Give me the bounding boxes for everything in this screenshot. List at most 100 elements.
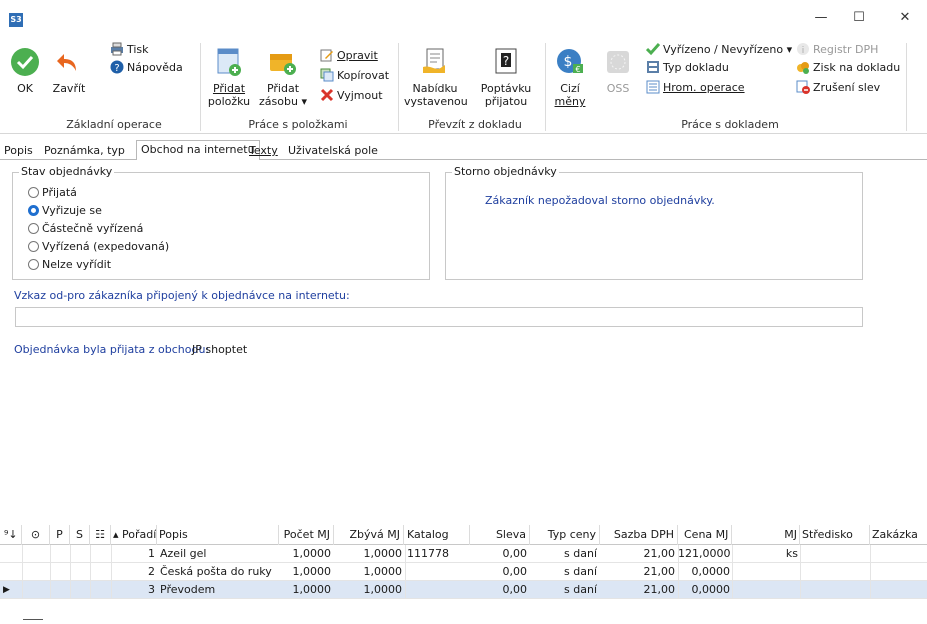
radio-prijata[interactable]: Přijatá [28, 185, 77, 201]
cell-discount: 0,00 [502, 565, 528, 578]
header-zakazka[interactable]: Zakázka [870, 525, 927, 545]
cancel-discounts-label: Zrušení slev [813, 81, 881, 94]
cell-price-type: s daní [564, 583, 597, 596]
radio-icon [28, 187, 39, 198]
profit-label: Zisk na dokladu [813, 61, 901, 74]
header-cena[interactable]: Cena MJ [678, 525, 732, 545]
offer-button[interactable]: Nabídku vystavenou [404, 47, 468, 108]
cut-button[interactable]: Vyjmout [320, 88, 383, 104]
maximize-button[interactable]: ☐ [849, 10, 869, 26]
table-row[interactable]: 1 Azeil gel 1,0000 1,0000 111778 0,00 s … [0, 545, 927, 563]
copy-icon [320, 68, 334, 82]
header-s[interactable]: S [70, 525, 90, 545]
radio-label: Částečně vyřízená [42, 222, 144, 235]
svg-text:?: ? [114, 63, 119, 74]
done-label: Vyřízeno / Nevyřízeno ▾ [663, 43, 793, 56]
cell-qty: 1,0000 [292, 583, 332, 596]
message-label: Vzkaz od-pro zákazníka připojený k objed… [14, 289, 350, 302]
group-take-label: Převzít z dokladu [428, 118, 522, 131]
radio-label: Vyřizuje se [42, 204, 102, 217]
cell-desc: Azeil gel [160, 547, 207, 560]
group-basic-label: Základní operace [66, 118, 162, 131]
cell-catalog [407, 563, 470, 581]
cell-left: 1,0000 [363, 583, 403, 596]
ok-button[interactable]: OK [10, 47, 40, 95]
minimize-button[interactable]: — [811, 10, 831, 26]
demand-label-2: přijatou [484, 95, 528, 108]
oss-button[interactable]: OSS [604, 47, 632, 95]
cell-unit [732, 581, 798, 599]
back-arrow-icon [57, 54, 76, 71]
edit-button[interactable]: Opravit [320, 48, 378, 64]
close-doc-button[interactable]: Zavřít [50, 47, 88, 95]
sort-icon[interactable]: ⁹↓ [4, 525, 22, 545]
vat-register-button[interactable]: i Registr DPH [796, 42, 878, 58]
add-item-button[interactable]: Přidat položku [206, 47, 252, 108]
radio-vyrizena[interactable]: Vyřízená (expedovaná) [28, 239, 169, 255]
tab-popis[interactable]: Popis [0, 142, 37, 160]
radio-icon [28, 259, 39, 270]
add-stock-button[interactable]: Přidat zásobu ▾ [258, 47, 308, 108]
done-toggle-button[interactable]: Vyřízeno / Nevyřízeno ▾ [646, 42, 792, 58]
cell-unit: ks [785, 547, 798, 560]
cell-discount: 0,00 [502, 547, 528, 560]
separator [398, 43, 399, 131]
radio-nelze[interactable]: Nelze vyřídit [28, 257, 111, 273]
header-tree-icon[interactable]: ☷ [90, 525, 111, 545]
tab-obchod[interactable]: Obchod na internetu [136, 140, 260, 160]
svg-text:?: ? [503, 54, 509, 68]
demand-icon: ? [495, 48, 517, 74]
order-state-legend: Stav objednávky [19, 165, 115, 178]
grid-line [870, 545, 871, 599]
header-status-icon[interactable]: ⊙ [22, 525, 50, 545]
radio-vyrizuje-se[interactable]: Vyřizuje se [28, 203, 102, 219]
doc-type-button[interactable]: Typ dokladu [646, 60, 729, 76]
foreign-currency-button[interactable]: $ € Cizí měny [551, 47, 589, 108]
bulk-operations-button[interactable]: Hrom. operace [646, 80, 745, 96]
message-input[interactable] [15, 307, 863, 327]
separator [545, 43, 546, 131]
group-items-label: Práce s položkami [248, 118, 348, 131]
ok-check-icon [11, 48, 39, 76]
radio-icon [28, 241, 39, 252]
header-mj[interactable]: MJ [732, 525, 800, 545]
cell-price-type: s daní [564, 547, 597, 560]
bulk-label: Hrom. operace [663, 81, 745, 94]
demand-button[interactable]: ? Poptávku přijatou [476, 47, 536, 108]
cell-order: 2 [148, 565, 155, 578]
header-poradi[interactable]: ▴ Pořadí [113, 525, 157, 545]
copy-button[interactable]: Kopírovat [320, 68, 389, 84]
header-sazba[interactable]: Sazba DPH [600, 525, 678, 545]
edit-label: Opravit [337, 49, 378, 62]
profit-button[interactable]: Zisk na dokladu [796, 60, 900, 76]
header-katalog[interactable]: Katalog [405, 525, 470, 545]
header-pocet[interactable]: Počet MJ [279, 525, 334, 545]
cell-catalog [407, 581, 470, 599]
header-stredisko[interactable]: Středisko [800, 525, 870, 545]
tab-poznamka[interactable]: Poznámka, typ [40, 142, 129, 160]
tab-texty[interactable]: Texty [245, 142, 282, 160]
help-button[interactable]: ? Nápověda [110, 60, 183, 76]
vat-register-label: Registr DPH [813, 43, 879, 56]
ok-label: OK [17, 82, 33, 95]
offer-label-2: vystavenou [404, 95, 468, 108]
cut-label: Vyjmout [337, 89, 383, 102]
header-popis[interactable]: Popis [159, 525, 279, 545]
table-row[interactable]: 2 Česká pošta do ruky 1,0000 1,0000 0,00… [0, 563, 927, 581]
separator [200, 43, 201, 131]
tab-uzivatelska-pole[interactable]: Uživatelská pole [284, 142, 382, 160]
print-button[interactable]: Tisk [110, 42, 149, 58]
grid-line [800, 545, 801, 599]
radio-label: Nelze vyřídit [42, 258, 112, 271]
cancel-discounts-button[interactable]: Zrušení slev [796, 80, 880, 96]
header-sleva[interactable]: Sleva [470, 525, 530, 545]
header-typ-ceny[interactable]: Typ ceny [530, 525, 600, 545]
cell-vat: 21,00 [643, 583, 676, 596]
close-button[interactable]: ✕ [895, 10, 915, 26]
header-p[interactable]: P [50, 525, 70, 545]
add-stock-icon [270, 54, 296, 75]
table-row-selected[interactable]: ▶ 3 Převodem 1,0000 1,0000 0,00 s daní 2… [0, 581, 927, 599]
tab-bar: Popis Poznámka, typ Obchod na internetu … [0, 140, 927, 160]
header-zbyva[interactable]: Zbývá MJ [334, 525, 404, 545]
radio-castecne[interactable]: Částečně vyřízená [28, 221, 143, 237]
